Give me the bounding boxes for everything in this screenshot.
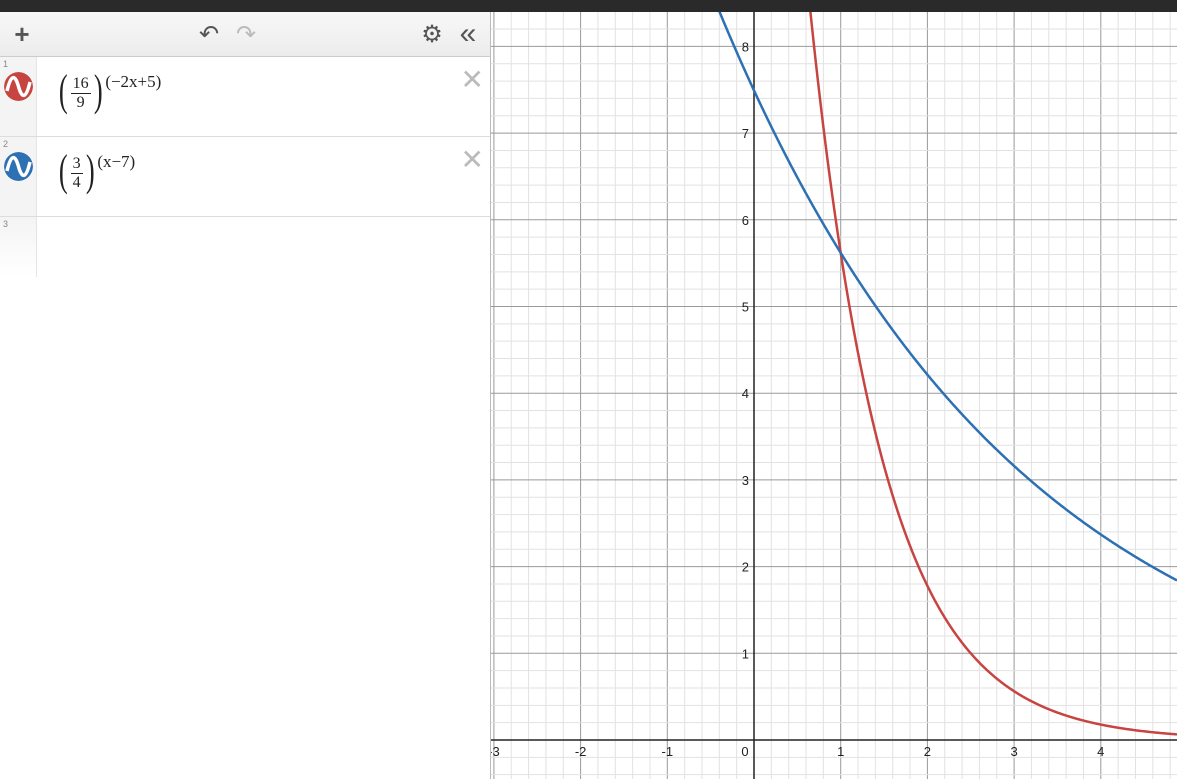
- fraction: 16 9: [70, 75, 91, 112]
- fraction: 34: [70, 155, 83, 192]
- expression-index: 3: [3, 219, 9, 229]
- y-tick-label: 5: [742, 300, 749, 315]
- paren: (: [58, 146, 68, 195]
- numerator: 3: [70, 155, 83, 174]
- undo-button[interactable]: ↶: [196, 20, 222, 48]
- add-expression-button[interactable]: +: [8, 19, 36, 49]
- x-tick-label: 1: [837, 744, 844, 759]
- y-tick-label: 1: [742, 646, 749, 661]
- row-gutter: 1: [0, 57, 37, 136]
- top-bar: [0, 0, 1177, 12]
- settings-gear-icon[interactable]: ⚙: [419, 20, 445, 48]
- collapse-panel-button[interactable]: «: [455, 17, 481, 50]
- paren: ): [85, 146, 95, 195]
- expression-math[interactable]: ( 34 ) (x−7): [56, 149, 135, 193]
- paren: (: [58, 66, 68, 115]
- row-gutter: 2: [0, 137, 37, 216]
- graph-color-toggle-icon[interactable]: [4, 152, 33, 181]
- delete-expression-icon[interactable]: ✕: [461, 63, 484, 96]
- expression-toolbar: + ↶ ↷ ⚙ «: [0, 12, 490, 57]
- x-tick-label: -1: [662, 744, 674, 759]
- expression-panel: + ↶ ↷ ⚙ « 1 ( 16 9 ) (−2x+5) ✕ 2 ( 34 ) (…: [0, 12, 491, 779]
- expression-row-1[interactable]: 1 ( 16 9 ) (−2x+5) ✕: [0, 57, 490, 137]
- x-tick-label: 4: [1097, 744, 1104, 759]
- y-tick-label: 3: [742, 473, 749, 488]
- y-tick-label: 6: [742, 213, 749, 228]
- delete-expression-icon[interactable]: ✕: [461, 143, 484, 176]
- x-tick-label: 3: [1010, 744, 1017, 759]
- expression-index: 1: [3, 59, 9, 69]
- denominator: 9: [76, 94, 85, 111]
- paren: ): [93, 66, 103, 115]
- expression-index: 2: [3, 139, 9, 149]
- denominator: 4: [72, 174, 81, 191]
- y-tick-label: 4: [742, 386, 749, 401]
- expression-math[interactable]: ( 16 9 ) (−2x+5): [56, 69, 161, 113]
- x-tick-label: 2: [924, 744, 931, 759]
- expression-row-3[interactable]: 3: [0, 217, 490, 277]
- exponent: (x−7): [97, 152, 136, 171]
- expression-row-2[interactable]: 2 ( 34 ) (x−7) ✕: [0, 137, 490, 217]
- redo-button[interactable]: ↷: [233, 20, 259, 48]
- x-tick-label: 0: [741, 744, 748, 759]
- numerator: 16: [70, 75, 91, 94]
- graph-color-toggle-icon[interactable]: [4, 72, 33, 101]
- graph-canvas[interactable]: -3 -2 -1 0 1 2 3 4 1 2 3 4 5 6 7 8: [491, 12, 1177, 779]
- x-tick-label: -2: [575, 744, 587, 759]
- row-gutter: 3: [0, 217, 37, 277]
- y-tick-label: 8: [742, 39, 749, 54]
- curve-2: [718, 12, 1177, 582]
- curve-1: [809, 12, 1177, 736]
- y-tick-label: 7: [742, 126, 749, 141]
- y-tick-label: 2: [742, 560, 749, 575]
- x-tick-label: -3: [491, 744, 500, 759]
- exponent: (−2x+5): [105, 72, 162, 91]
